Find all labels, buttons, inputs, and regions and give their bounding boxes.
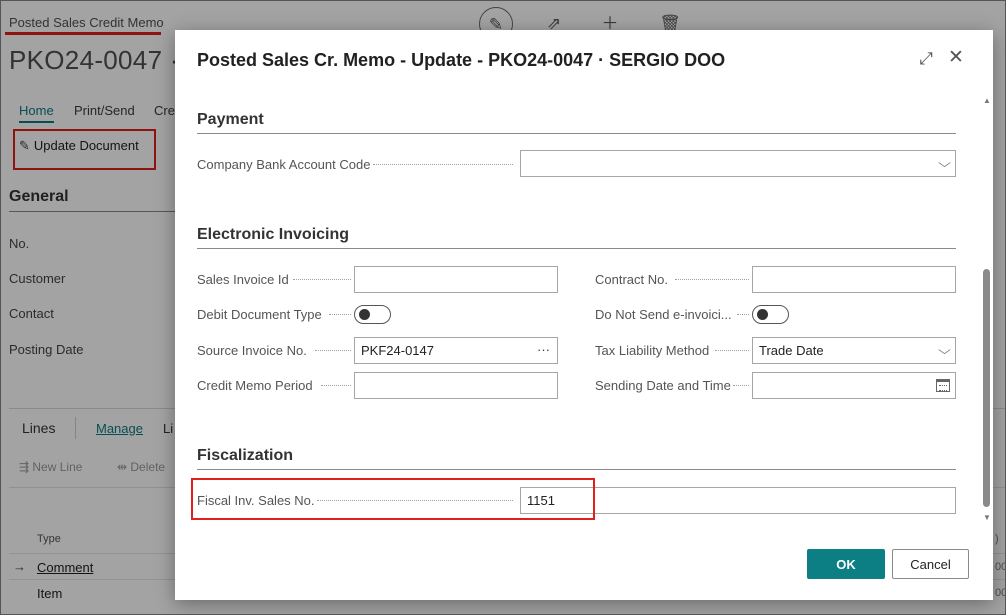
dotted-leader [373, 164, 513, 165]
dotted-leader [715, 350, 749, 351]
chevron-down-icon: ⌵ [938, 343, 951, 357]
scroll-up-arrow-icon[interactable]: ▲ [983, 96, 991, 105]
fiscalization-section-title: Fiscalization [197, 447, 294, 464]
dotted-leader [737, 314, 749, 315]
source-invoice-no-input[interactable]: PKF24-0147 ··· [354, 337, 558, 364]
company-bank-account-code-select[interactable]: ⌵ [520, 150, 956, 177]
dotted-leader [675, 279, 749, 280]
sending-date-time-input[interactable] [752, 372, 956, 399]
dotted-leader [315, 350, 351, 351]
calendar-icon[interactable] [936, 379, 950, 392]
source-invoice-no-value: PKF24-0147 [361, 343, 434, 358]
tax-liability-method-label: Tax Liability Method [595, 343, 710, 358]
divider [197, 248, 956, 249]
credit-memo-period-input[interactable] [354, 372, 558, 399]
contract-no-input[interactable] [752, 266, 956, 293]
divider [197, 469, 956, 470]
do-not-send-einvoice-label: Do Not Send e-invoici... [595, 307, 732, 322]
company-bank-account-code-label: Company Bank Account Code [197, 157, 371, 172]
payment-section-title: Payment [197, 111, 264, 128]
application-window: Posted Sales Credit Memo ✎ ⇗ ＋ 🗑 PKO24-0… [0, 0, 1006, 615]
contract-no-label: Contract No. [595, 272, 668, 287]
expand-icon[interactable]: ⤢ [915, 48, 937, 70]
fiscal-field-highlight [191, 478, 595, 520]
dotted-leader [321, 385, 351, 386]
debit-document-type-toggle[interactable] [354, 305, 391, 324]
credit-memo-period-label: Credit Memo Period [197, 378, 313, 393]
tax-liability-method-select[interactable]: Trade Date ⌵ [752, 337, 956, 364]
sending-date-time-label: Sending Date and Time [595, 378, 731, 393]
scrollbar-thumb[interactable] [983, 269, 990, 507]
toggle-knob [757, 309, 768, 320]
dotted-leader [733, 385, 749, 386]
chevron-down-icon: ⌵ [938, 156, 951, 170]
ok-button[interactable]: OK [807, 549, 885, 579]
sales-invoice-id-label: Sales Invoice Id [197, 272, 289, 287]
scroll-down-arrow-icon[interactable]: ▼ [983, 513, 991, 522]
cancel-button[interactable]: Cancel [892, 549, 969, 579]
tax-liability-method-value: Trade Date [759, 343, 824, 358]
toggle-knob [359, 309, 370, 320]
divider [197, 133, 956, 134]
sales-invoice-id-input[interactable] [354, 266, 558, 293]
source-invoice-no-label: Source Invoice No. [197, 343, 307, 358]
einvoicing-section-title: Electronic Invoicing [197, 226, 350, 243]
close-icon[interactable]: ✕ [945, 47, 967, 69]
debit-document-type-label: Debit Document Type [197, 307, 322, 322]
ellipsis-icon[interactable]: ··· [537, 338, 550, 362]
dotted-leader [293, 279, 351, 280]
do-not-send-einvoice-toggle[interactable] [752, 305, 789, 324]
dotted-leader [329, 314, 351, 315]
dialog-title: Posted Sales Cr. Memo - Update - PKO24-0… [197, 50, 726, 70]
